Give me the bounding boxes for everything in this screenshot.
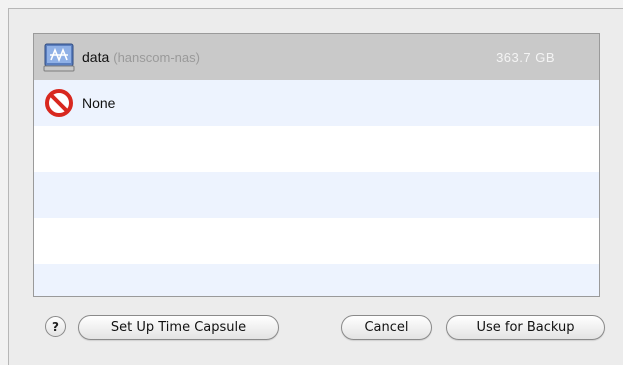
list-row-empty (34, 172, 599, 218)
disk-name: data (82, 49, 110, 65)
list-row-empty (34, 126, 599, 172)
cancel-button[interactable]: Cancel (341, 315, 432, 340)
list-row-empty (34, 264, 599, 296)
backup-disk-list[interactable]: data (hanscom-nas) 363.7 GB None (33, 33, 600, 297)
network-drive-icon (42, 40, 76, 74)
list-item-none[interactable]: None (34, 80, 599, 126)
disk-size: 363.7 GB (496, 49, 555, 65)
help-button[interactable]: ? (45, 316, 66, 337)
none-label: None (82, 95, 116, 111)
prohibited-icon (42, 86, 76, 120)
disk-host: (hanscom-nas) (113, 49, 200, 65)
use-for-backup-button[interactable]: Use for Backup (446, 315, 605, 340)
set-up-time-capsule-button[interactable]: Set Up Time Capsule (78, 315, 279, 340)
list-row-empty (34, 218, 599, 264)
list-item-data[interactable]: data (hanscom-nas) 363.7 GB (34, 34, 599, 80)
